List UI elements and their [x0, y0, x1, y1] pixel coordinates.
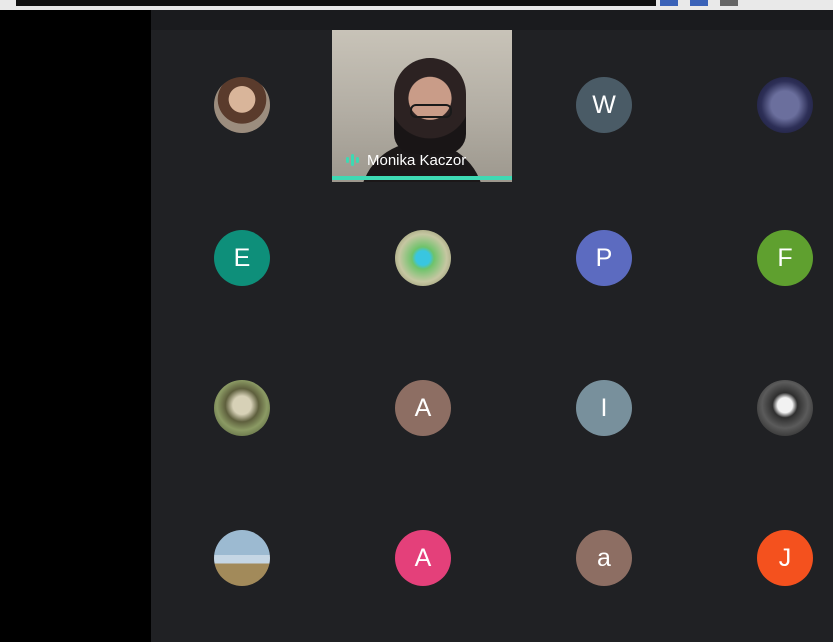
participant-photo-avatar: [214, 77, 270, 133]
participant-initial-avatar: a: [576, 530, 632, 586]
participant-tile[interactable]: J: [694, 483, 833, 633]
speaker-name: Monika Kaczor: [367, 151, 467, 169]
audio-level-icon: [346, 154, 359, 166]
participant-initial-avatar: P: [576, 230, 632, 286]
participant-tile[interactable]: A: [332, 483, 514, 633]
participant-tile[interactable]: I: [513, 333, 695, 483]
participant-tile[interactable]: [332, 183, 514, 333]
speaking-indicator-bar: [332, 176, 512, 180]
participant-tile[interactable]: W: [513, 30, 695, 180]
participant-tile[interactable]: [694, 30, 833, 180]
taskbar-chip: [720, 0, 738, 6]
speaker-video-glasses: [410, 104, 452, 118]
taskbar-chip: [660, 0, 678, 6]
participant-photo-avatar: [757, 77, 813, 133]
grid-top-strip: [151, 10, 833, 30]
participant-tile[interactable]: P: [513, 183, 695, 333]
participant-tile[interactable]: [694, 333, 833, 483]
participant-initial-avatar: F: [757, 230, 813, 286]
participant-photo-avatar: [757, 380, 813, 436]
participant-tile[interactable]: A: [332, 333, 514, 483]
active-speaker-tile[interactable]: Monika Kaczor: [332, 30, 512, 182]
participant-initial-avatar: J: [757, 530, 813, 586]
participant-tile[interactable]: [151, 333, 333, 483]
participant-photo-avatar: [214, 380, 270, 436]
window-top-bar: [0, 0, 833, 10]
participant-tile[interactable]: E: [151, 183, 333, 333]
participant-initial-avatar: E: [214, 230, 270, 286]
participant-photo-avatar: [395, 230, 451, 286]
participant-tile[interactable]: F: [694, 183, 833, 333]
participant-initial-avatar: A: [395, 530, 451, 586]
participant-initial-avatar: W: [576, 77, 632, 133]
taskbar-chip: [690, 0, 708, 6]
speaker-name-bar: Monika Kaczor: [332, 148, 512, 172]
participant-initial-avatar: A: [395, 380, 451, 436]
title-strip: [16, 0, 656, 6]
participant-tile[interactable]: [151, 30, 333, 180]
participant-tile[interactable]: [151, 483, 333, 633]
participant-initial-avatar: I: [576, 380, 632, 436]
participant-photo-avatar: [214, 530, 270, 586]
participant-tile[interactable]: a: [513, 483, 695, 633]
